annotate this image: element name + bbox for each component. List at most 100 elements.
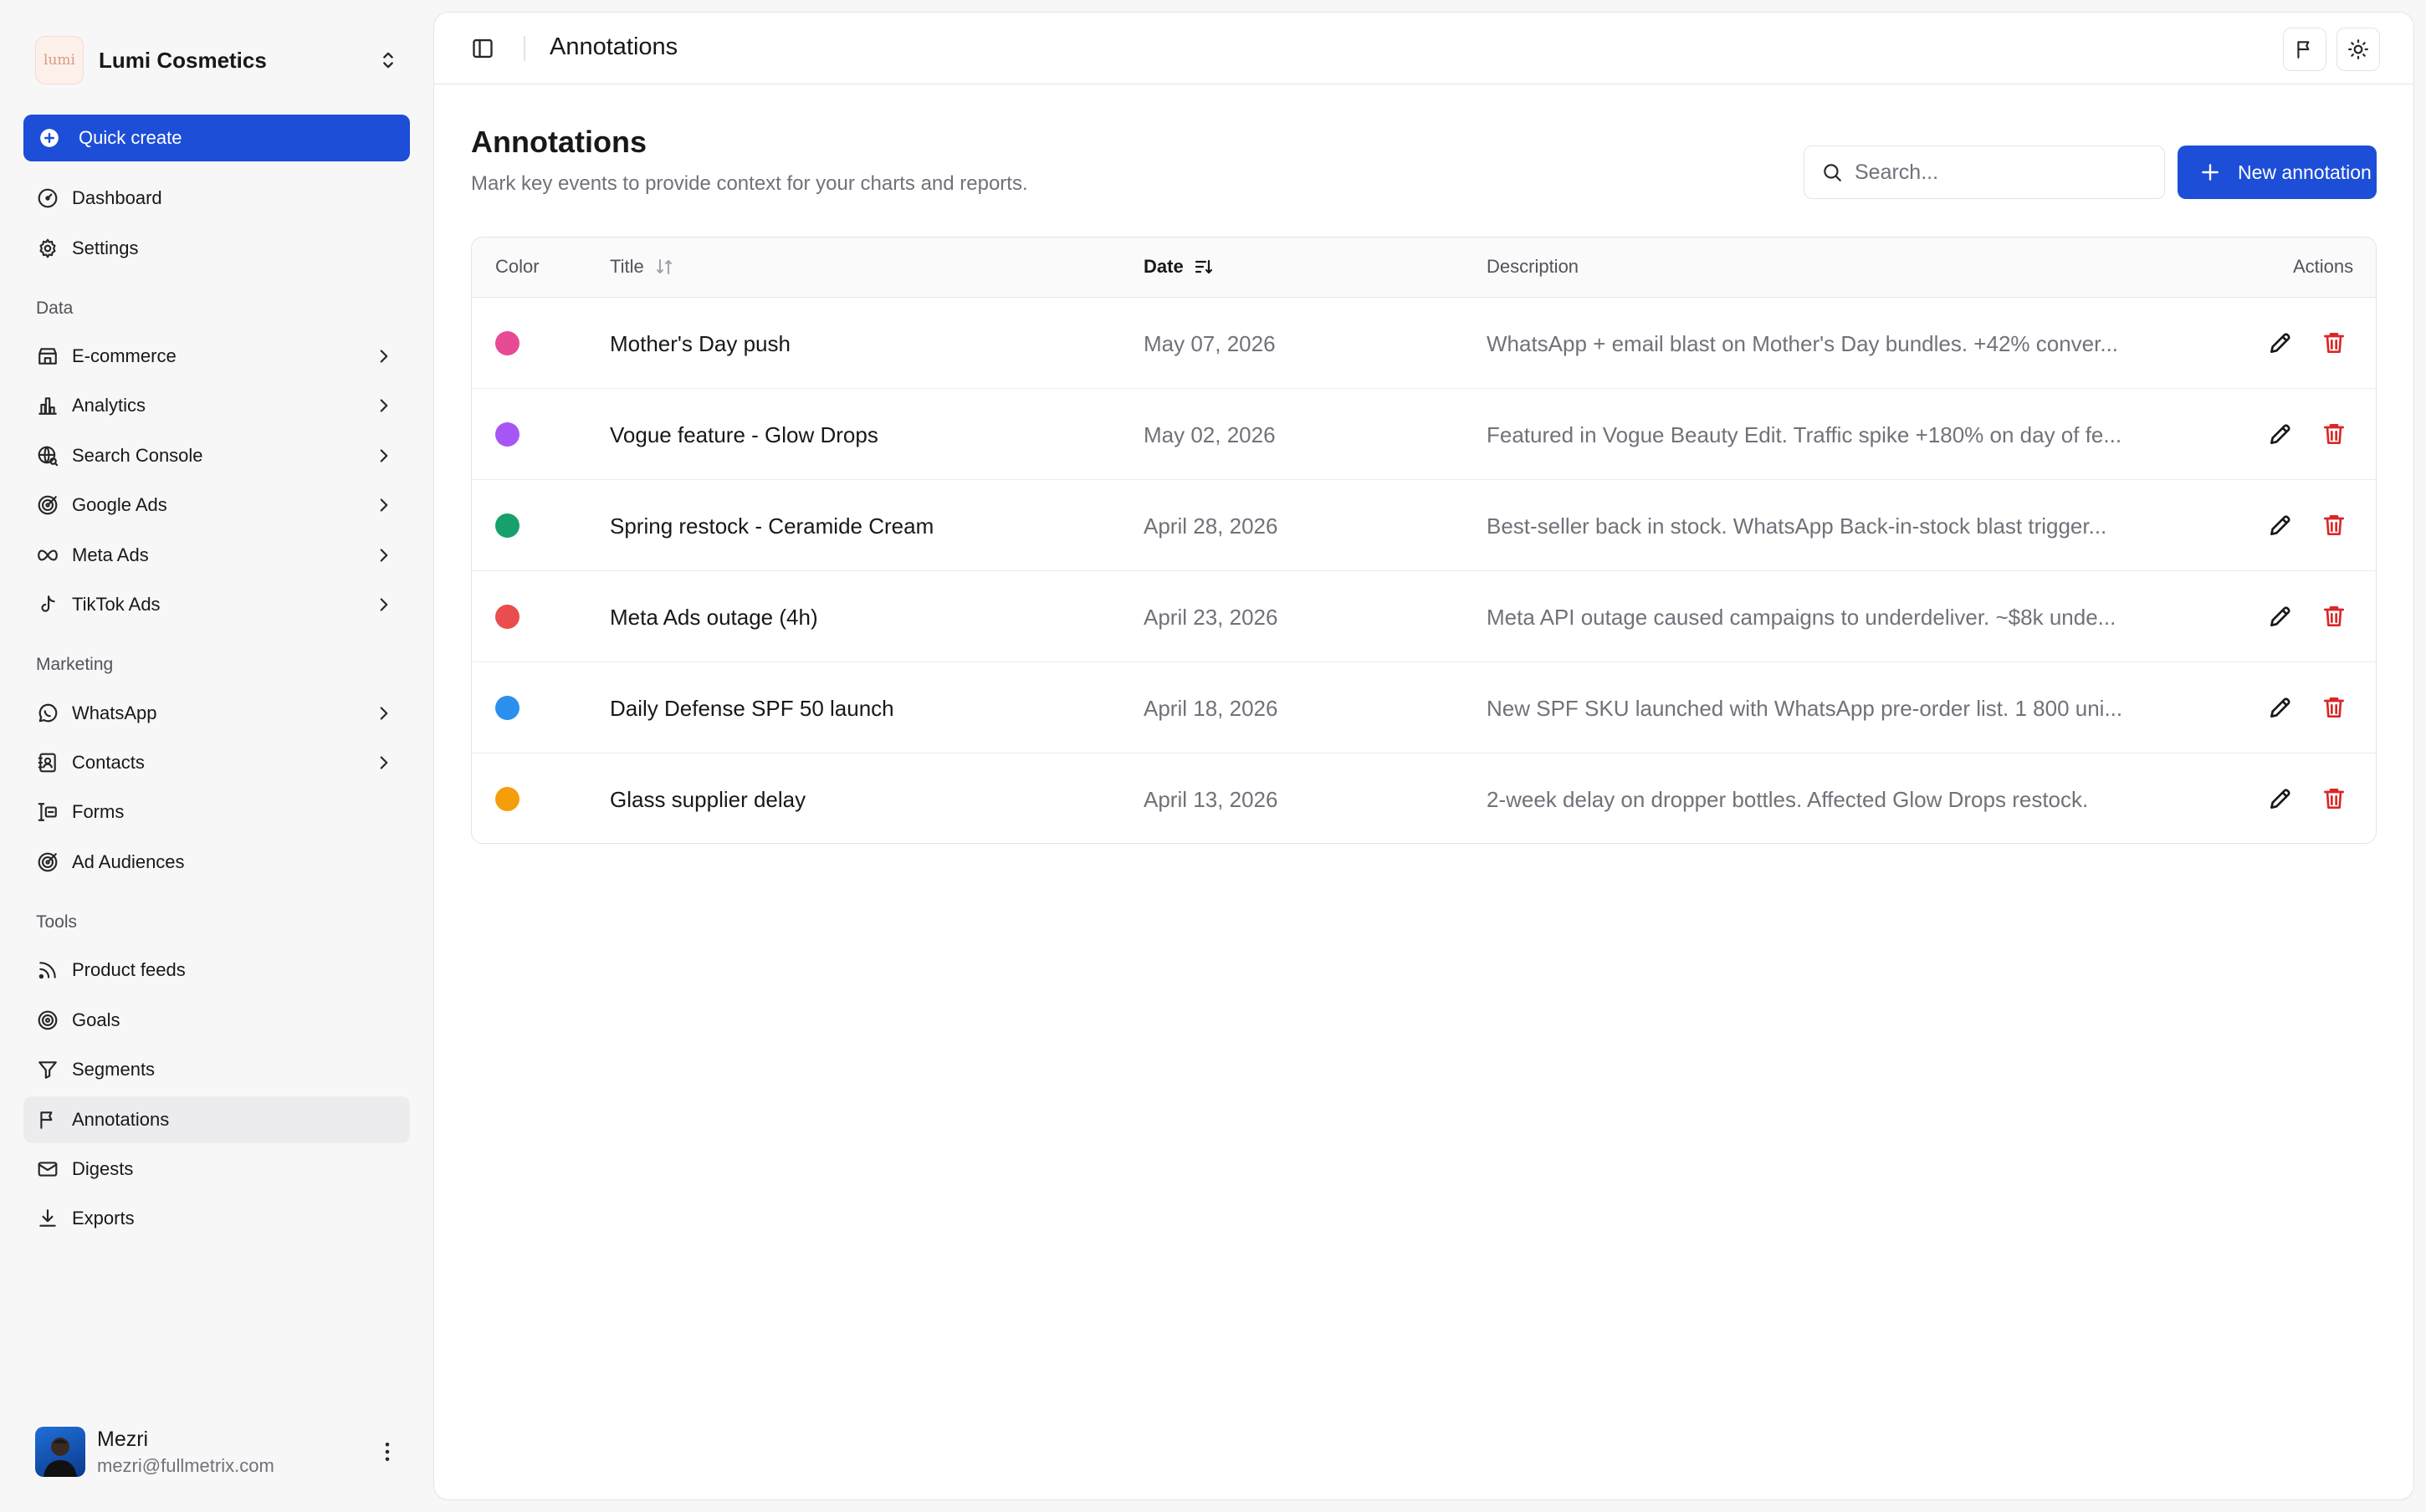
annotations-table: Color Title Date Description Actions Mot…	[471, 237, 2377, 844]
sidebar-item-tiktok-ads[interactable]: TikTok Ads	[23, 581, 410, 628]
sidebar-item-search-console[interactable]: Search Console	[23, 432, 410, 479]
color-dot	[495, 331, 519, 355]
delete-trash-icon[interactable]	[2321, 785, 2347, 812]
globe-search-icon	[38, 446, 59, 467]
workspace-logo: lumi	[35, 36, 84, 84]
delete-trash-icon[interactable]	[2321, 512, 2347, 539]
sidebar: lumi Lumi Cosmetics Quick create Dashboa…	[0, 0, 433, 1512]
contact-book-icon	[38, 753, 56, 773]
delete-trash-icon[interactable]	[2321, 603, 2347, 630]
sidebar-item-contacts[interactable]: Contacts	[23, 739, 410, 786]
gauge-icon	[38, 188, 58, 208]
color-dot	[495, 605, 519, 629]
sidebar-item-dashboard[interactable]: Dashboard	[23, 175, 410, 222]
user-name: Mezri	[97, 1427, 149, 1451]
annotation-description: WhatsApp + email blast on Mother's Day b…	[1487, 331, 2119, 356]
theme-toggle-button[interactable]	[2336, 28, 2380, 71]
annotations-flag-button[interactable]	[2283, 28, 2326, 71]
sidebar-item-ecommerce[interactable]: E-commerce	[23, 333, 410, 380]
chevron-right-icon	[380, 399, 388, 412]
user-info: Mezri mezri@fullmetrix.com	[97, 1428, 375, 1477]
column-header-title[interactable]: Title	[610, 256, 674, 278]
color-dot	[495, 787, 519, 811]
plus-circle-icon	[40, 129, 59, 147]
edit-pencil-icon[interactable]	[2267, 694, 2294, 721]
sidebar-item-annotations[interactable]: Annotations	[23, 1096, 410, 1143]
sidebar-toggle-icon[interactable]	[471, 37, 494, 60]
user-profile[interactable]: Mezri mezri@fullmetrix.com	[35, 1425, 400, 1479]
sun-icon	[2348, 39, 2368, 59]
annotation-description: Best-seller back in stock. WhatsApp Back…	[1487, 513, 2107, 539]
page-subtitle: Mark key events to provide context for y…	[471, 172, 1028, 195]
sidebar-item-whatsapp[interactable]: WhatsApp	[23, 690, 410, 737]
topbar-title: Annotations	[550, 33, 678, 60]
user-email: mezri@fullmetrix.com	[97, 1454, 274, 1476]
quick-create-button[interactable]: Quick create	[23, 115, 410, 161]
table-row[interactable]: Spring restock - Ceramide Cream April 28…	[472, 480, 2376, 571]
download-icon	[39, 1209, 56, 1227]
column-header-date[interactable]: Date	[1144, 256, 1214, 278]
sidebar-item-label: TikTok Ads	[72, 594, 161, 615]
table-row[interactable]: Glass supplier delay April 13, 2026 2-we…	[472, 753, 2376, 843]
sidebar-item-label: Exports	[72, 1208, 135, 1228]
sidebar-item-label: Goals	[72, 1009, 120, 1030]
section-label-tools: Tools	[36, 912, 78, 932]
plus-icon	[2202, 164, 2219, 181]
sidebar-item-label: Annotations	[72, 1109, 170, 1130]
sidebar-item-goals[interactable]: Goals	[23, 997, 410, 1044]
sidebar-item-label: Search Console	[72, 445, 203, 466]
sort-arrows-icon	[656, 259, 672, 274]
annotation-date: May 02, 2026	[1144, 422, 1276, 447]
avatar	[35, 1427, 85, 1477]
gear-icon	[39, 238, 56, 258]
annotation-date: April 23, 2026	[1144, 605, 1278, 630]
sidebar-item-label: Product feeds	[72, 959, 186, 980]
edit-pencil-icon[interactable]	[2267, 603, 2294, 630]
workspace-switcher[interactable]: lumi Lumi Cosmetics	[35, 35, 400, 85]
new-annotation-button[interactable]: New annotation	[2178, 146, 2377, 199]
chevron-right-icon	[380, 449, 388, 462]
table-row[interactable]: Mother's Day push May 07, 2026 WhatsApp …	[472, 298, 2376, 389]
delete-trash-icon[interactable]	[2321, 329, 2347, 356]
sidebar-item-ad-audiences[interactable]: Ad Audiences	[23, 839, 410, 886]
sidebar-item-forms[interactable]: Forms	[23, 789, 410, 835]
sidebar-item-product-feeds[interactable]: Product feeds	[23, 947, 410, 994]
table-header: Color Title Date Description Actions	[472, 238, 2376, 298]
edit-pencil-icon[interactable]	[2267, 421, 2294, 447]
delete-trash-icon[interactable]	[2321, 421, 2347, 447]
annotation-date: May 07, 2026	[1144, 331, 1276, 356]
section-label-marketing: Marketing	[36, 655, 114, 674]
sidebar-item-label: Segments	[72, 1059, 156, 1080]
quick-create-label: Quick create	[79, 127, 182, 148]
sidebar-item-label: Analytics	[72, 395, 146, 416]
chevron-right-icon	[380, 350, 388, 363]
sidebar-item-google-ads[interactable]: Google Ads	[23, 482, 410, 529]
more-vertical-icon[interactable]	[375, 1439, 400, 1464]
sidebar-item-settings[interactable]: Settings	[23, 225, 410, 272]
column-header-label: Actions	[2293, 256, 2354, 277]
table-row[interactable]: Meta Ads outage (4h) April 23, 2026 Meta…	[472, 571, 2376, 662]
annotation-title: Glass supplier delay	[610, 787, 806, 812]
column-header-actions: Actions	[2293, 256, 2353, 278]
sidebar-item-segments[interactable]: Segments	[23, 1046, 410, 1093]
table-body: Mother's Day push May 07, 2026 WhatsApp …	[472, 298, 2376, 843]
edit-pencil-icon[interactable]	[2267, 329, 2294, 356]
annotation-date: April 13, 2026	[1144, 787, 1278, 812]
delete-trash-icon[interactable]	[2321, 694, 2347, 721]
search-box[interactable]	[1804, 146, 2165, 199]
column-header-label: Color	[495, 256, 540, 277]
sidebar-item-label: WhatsApp	[72, 702, 157, 723]
search-input[interactable]	[1855, 160, 2156, 185]
workspace-logo-text: lumi	[44, 52, 75, 69]
sidebar-item-label: Dashboard	[72, 187, 162, 208]
table-row[interactable]: Vogue feature - Glow Drops May 02, 2026 …	[472, 389, 2376, 480]
sidebar-item-digests[interactable]: Digests	[23, 1146, 410, 1193]
sidebar-item-exports[interactable]: Exports	[23, 1195, 410, 1242]
sidebar-item-meta-ads[interactable]: Meta Ads	[23, 532, 410, 579]
target-icon	[38, 852, 58, 872]
sort-descending-icon	[1195, 259, 1212, 274]
sidebar-item-analytics[interactable]: Analytics	[23, 382, 410, 429]
table-row[interactable]: Daily Defense SPF 50 launch April 18, 20…	[472, 662, 2376, 753]
edit-pencil-icon[interactable]	[2267, 785, 2294, 812]
edit-pencil-icon[interactable]	[2267, 512, 2294, 539]
